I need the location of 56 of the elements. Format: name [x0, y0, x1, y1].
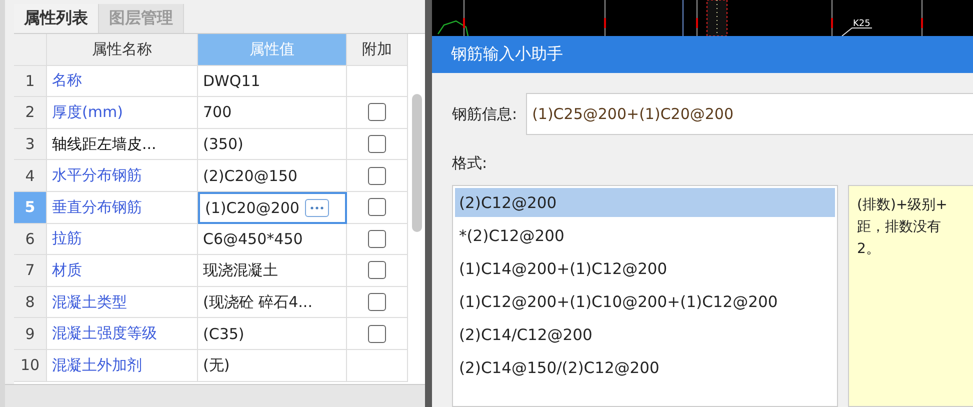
row-number: 10	[14, 350, 47, 382]
property-value[interactable]: (2)C20@150	[198, 160, 347, 192]
property-value[interactable]: 700	[198, 97, 347, 129]
cad-drawing: K25	[432, 0, 973, 36]
property-name: 厚度(mm)	[47, 97, 198, 129]
format-label: 格式:	[452, 154, 488, 173]
property-name: 水平分布钢筋	[47, 160, 198, 192]
checkbox[interactable]	[368, 198, 386, 216]
property-name: 拉筋	[47, 224, 198, 256]
format-item[interactable]: (2)C14/C12@200	[455, 320, 835, 349]
row-number: 8	[14, 286, 47, 318]
scrollbar-thumb[interactable]	[412, 94, 422, 232]
field-label: 钢筋信息:	[452, 104, 518, 124]
checkbox[interactable]	[368, 293, 386, 312]
more-icon[interactable]	[305, 198, 330, 217]
property-value[interactable]: (C35)	[198, 318, 347, 350]
column-header[interactable]: 附加	[347, 34, 408, 66]
property-name: 混凝土外加剂	[47, 350, 198, 382]
row-number: 4	[14, 160, 47, 192]
format-item[interactable]: (1)C14@200+(1)C12@200	[455, 254, 835, 283]
row-number: 3	[14, 128, 47, 160]
hint-text: 2。	[857, 240, 881, 259]
hint-text: 距，排数没有	[857, 218, 942, 237]
dialog-title: 钢筋输入小助手	[432, 36, 973, 73]
format-item[interactable]: (2)C14@150/(2)C12@200	[455, 353, 835, 382]
row-number: 7	[14, 255, 47, 287]
property-name: 材质	[47, 255, 198, 287]
property-name: 名称	[47, 66, 198, 98]
property-value[interactable]: C6@450*450	[198, 224, 347, 256]
row-number: 5	[14, 192, 47, 224]
checkbox[interactable]	[368, 166, 386, 185]
rebar-info-field[interactable]: (1)C25@200+(1)C20@200	[526, 93, 973, 135]
checkbox[interactable]	[368, 135, 386, 154]
property-value[interactable]: (无)	[198, 350, 347, 382]
checkbox[interactable]	[368, 324, 386, 343]
property-value[interactable]: (1)C20@200	[198, 192, 347, 224]
row-number: 9	[14, 318, 47, 350]
row-number: 6	[14, 224, 47, 256]
property-name: 轴线距左墙皮...	[47, 128, 198, 160]
property-value[interactable]: DWQ11	[198, 66, 347, 98]
property-value[interactable]: (350)	[198, 128, 347, 160]
checkbox[interactable]	[368, 103, 386, 122]
checkbox[interactable]	[368, 230, 386, 248]
format-item[interactable]: *(2)C12@200	[455, 221, 835, 250]
property-name: 混凝土类型	[47, 286, 198, 318]
property-value[interactable]: 现浇混凝土	[198, 255, 347, 287]
property-name: 混凝土强度等级	[47, 318, 198, 350]
column-header[interactable]: 属性名称	[47, 34, 198, 66]
format-item[interactable]: (2)C12@200	[455, 188, 835, 217]
row-number: 1	[14, 66, 47, 98]
checkbox[interactable]	[368, 261, 386, 280]
property-name: 垂直分布钢筋	[47, 192, 198, 224]
row-number: 2	[14, 97, 47, 129]
hint-text: (排数)+级别+	[857, 196, 948, 215]
property-value[interactable]: (现浇砼 碎石4...	[198, 286, 347, 318]
format-item[interactable]: (1)C12@200+(1)C10@200+(1)C12@200	[455, 287, 835, 316]
